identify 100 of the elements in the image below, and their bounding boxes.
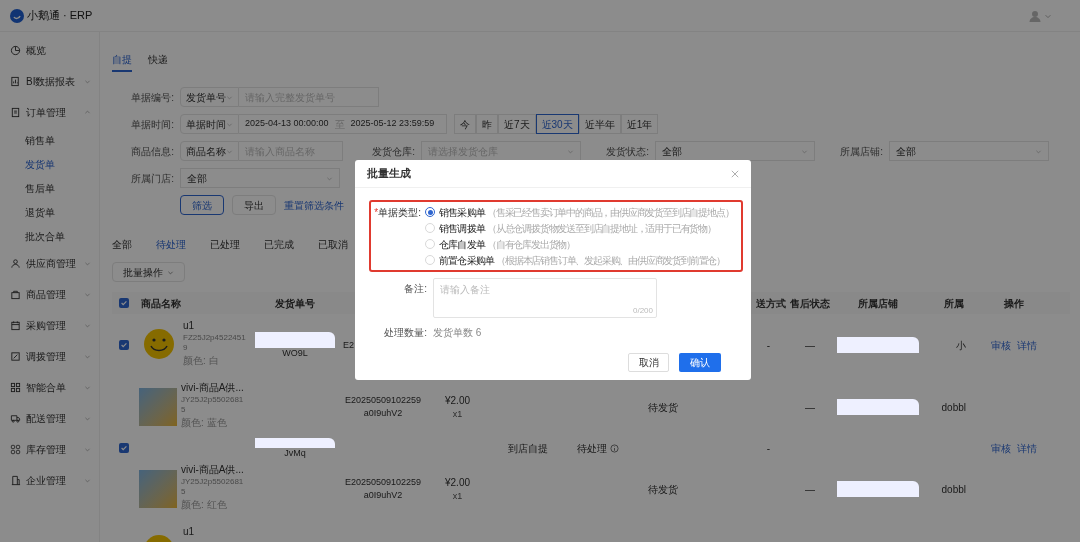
delivery-method: - [766, 338, 770, 353]
field-label: 发货仓库: [371, 144, 416, 159]
status-tab[interactable]: 已处理 [210, 236, 240, 252]
photo-placeholder [139, 470, 177, 508]
sidebar-item[interactable]: 概览 [0, 35, 99, 66]
delivery-type: 到店自提 [507, 441, 548, 456]
checkmark-icon [119, 299, 128, 307]
store-name: dobbl [941, 482, 966, 497]
status-tab[interactable]: 已取消 [318, 236, 348, 252]
column-header: 售后状态 [790, 296, 830, 311]
date-preset-button[interactable]: 今 [454, 114, 476, 134]
field-label: 处理数量: [383, 326, 427, 340]
date-preset-button[interactable]: 近半年 [578, 114, 621, 134]
sidebar-item[interactable]: 企业管理 [0, 465, 99, 496]
dialog-title: 批量生成 [367, 166, 411, 182]
checkbox[interactable] [118, 298, 129, 308]
character-counter: 0/200 [632, 305, 653, 317]
truck-icon [10, 413, 21, 424]
sidebar-item[interactable]: 配送管理 [0, 403, 99, 434]
order-number: E20250509102259a0I9uhV2 [343, 476, 423, 502]
action-link[interactable]: 审核 [991, 440, 1011, 456]
mode-tab[interactable]: 自提 [112, 52, 132, 72]
sidebar-subitem[interactable]: 退货单 [0, 200, 99, 224]
action-link[interactable]: 审核 [991, 337, 1011, 353]
status-tab[interactable]: 待处理 [156, 236, 186, 252]
select-dropdown[interactable]: 商品名称 [180, 141, 239, 161]
shipment-number: WO9L [282, 348, 308, 358]
user-avatar-icon[interactable] [1028, 8, 1042, 23]
column-header: 所属店铺 [857, 296, 898, 311]
info-icon [610, 443, 619, 453]
sidebar-subitem[interactable]: 销售单 [0, 128, 99, 152]
batch-actions-button[interactable]: 批量操作 [112, 262, 185, 282]
column-header: 操作 [1004, 296, 1024, 311]
logo-text: 小鹅通 · ERP [27, 8, 93, 24]
field-label: 商品信息: [130, 144, 175, 159]
sidebar-item[interactable]: 供应商管理 [0, 248, 99, 279]
field-label: 所属店铺: [839, 144, 884, 159]
date-preset-button[interactable]: 昨 [476, 114, 498, 134]
select-dropdown[interactable]: 全部 [180, 168, 340, 188]
field-label: 单据编号: [130, 90, 175, 105]
sidebar-item[interactable]: 商品管理 [0, 279, 99, 310]
product-name: vivi-商品A供... [181, 464, 245, 475]
option-label: 销售调拨单 [439, 221, 485, 236]
option-label: 销售采购单 [439, 205, 485, 220]
clipboard-icon [10, 107, 21, 118]
order-number: E2 [343, 338, 354, 352]
filter-button[interactable]: 筛选 [180, 195, 224, 215]
column-header: 送方式 [756, 296, 786, 311]
field-label: 所属门店: [130, 171, 175, 186]
sidebar-subitem[interactable]: 售后单 [0, 176, 99, 200]
date-preset-button[interactable]: 近30天 [535, 114, 579, 134]
pie-chart-icon [10, 45, 21, 56]
status-tab[interactable]: 已完成 [264, 236, 294, 252]
column-header: 发货单号 [275, 296, 315, 311]
sidebar-subitem[interactable]: 批次合单 [0, 224, 99, 248]
option-description: （售采已经售卖订单中的商品，由供应商发货至到店自提地点） [487, 205, 734, 220]
date-preset-button[interactable]: 近1年 [620, 114, 659, 134]
action-link[interactable]: 详情 [1017, 440, 1037, 456]
sidebar-item[interactable]: 调拨管理 [0, 341, 99, 372]
checkbox[interactable] [118, 443, 129, 453]
sidebar-item[interactable]: BI数据报表 [0, 66, 99, 97]
column-header: 所属 [944, 296, 964, 311]
select-dropdown[interactable]: 单据时间 [180, 114, 239, 134]
after-sale-status: — [805, 338, 815, 353]
action-link[interactable]: 详情 [1017, 337, 1037, 353]
field-label: 单据类型: [378, 205, 421, 220]
status-tab[interactable]: 全部 [112, 236, 132, 252]
select-dropdown[interactable]: 发货单号 [180, 87, 239, 107]
price: ¥2.00 [445, 475, 470, 490]
option-label: 前置仓采购单 [439, 253, 495, 268]
sidebar-item[interactable]: 采购管理 [0, 310, 99, 341]
option-label: 仓库自发单 [439, 237, 485, 252]
cancel-button[interactable]: 取消 [628, 353, 669, 372]
store-name: dobbl [941, 400, 966, 415]
order-status: 待处理 [577, 441, 607, 456]
checkmark-icon [119, 444, 128, 452]
close-icon[interactable] [731, 169, 739, 178]
reset-filters-link[interactable]: 重置筛选条件 [284, 195, 344, 215]
person-icon [10, 258, 21, 269]
after-sale-status: — [805, 482, 815, 497]
sidebar-subitem[interactable]: 发货单 [0, 152, 99, 176]
sidebar-item[interactable]: 订单管理 [0, 97, 99, 128]
option-description: （根据本店销售订单、发起采购、由供应商发货到前置仓） [496, 253, 725, 268]
sidebar-item[interactable]: 库存管理 [0, 434, 99, 465]
option-description: （从总仓调拨货物发送至到店自提地址，适用于已有货物） [487, 221, 716, 236]
product-name: u1 [183, 526, 196, 537]
quantity: x1 [452, 489, 463, 503]
building-icon [10, 475, 21, 486]
document-chart-icon [10, 76, 21, 87]
edit-icon [10, 351, 21, 362]
filter-button[interactable]: 导出 [232, 195, 276, 215]
mode-tab[interactable]: 快递 [148, 52, 168, 72]
sidebar-item[interactable]: 智能合单 [0, 372, 99, 403]
confirm-button[interactable]: 确认 [679, 353, 721, 372]
photo-placeholder [139, 388, 177, 426]
date-preset-button[interactable]: 近7天 [498, 114, 536, 134]
order-number: E20250509102259a0I9uhV2 [343, 394, 423, 420]
checkbox[interactable] [118, 340, 129, 350]
checkmark-icon [119, 341, 128, 349]
select-dropdown[interactable]: 全部 [889, 141, 1049, 161]
